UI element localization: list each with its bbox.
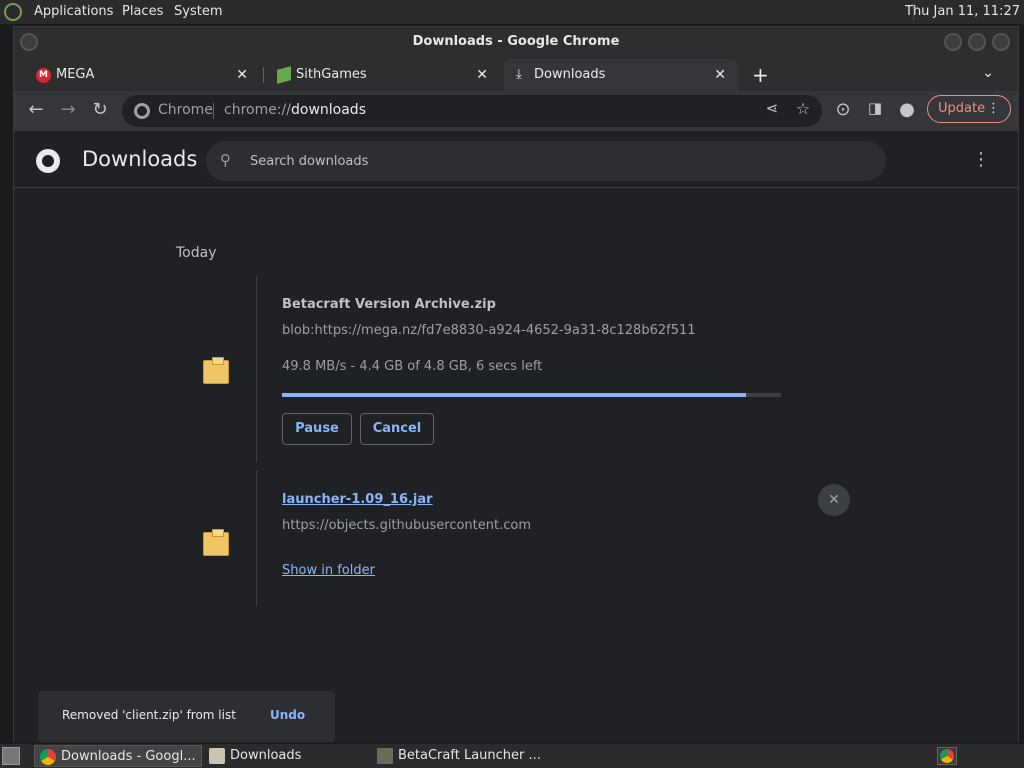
tab-mega[interactable]: M MEGA ✕ <box>26 59 260 91</box>
chrome-window: Downloads - Google Chrome M MEGA ✕ SithG… <box>13 26 1019 743</box>
downloads-toolbar-icon[interactable]: ⊙ <box>831 99 855 120</box>
search-icon: ⚲ <box>220 151 231 169</box>
download-progress-bar <box>282 393 781 397</box>
back-arrow-icon[interactable]: ← <box>24 99 48 120</box>
close-window-button[interactable] <box>992 33 1010 51</box>
cancel-button[interactable]: Cancel <box>360 413 434 445</box>
omnibox-divider <box>213 103 214 119</box>
file-icon-column <box>190 470 257 606</box>
undo-toast: Removed 'client.zip' from list Undo <box>38 691 335 742</box>
reload-icon[interactable]: ↻ <box>88 99 112 120</box>
file-source-url: https://objects.githubusercontent.com <box>282 518 531 533</box>
chrome-icon <box>40 749 56 765</box>
omnibox-chip: Chrome <box>158 102 213 118</box>
tab-divider <box>263 67 264 83</box>
taskbar-item-label: Downloads <box>230 748 302 763</box>
url-scheme: chrome:// <box>224 102 291 118</box>
bookmark-star-icon[interactable]: ☆ <box>791 99 815 118</box>
file-name: Betacraft Version Archive.zip <box>282 297 496 312</box>
more-menu-icon[interactable]: ⋮ <box>987 96 1000 122</box>
bottom-taskbar: Downloads - Googl... Downloads BetaCraft… <box>0 744 1024 768</box>
taskbar-item-chrome[interactable]: Downloads - Googl... <box>34 745 202 767</box>
jar-file-icon <box>203 529 229 556</box>
download-item: launcher-1.09_16.jar https://objects.git… <box>190 470 860 606</box>
browser-toolbar: ← → ↻ Chrome chrome://downloads ⋖ ☆ ⊙ ◨ … <box>14 91 1018 131</box>
taskbar-item-label: Downloads - Googl... <box>61 749 196 764</box>
tab-sithgames[interactable]: SithGames ✕ <box>266 59 500 91</box>
sithgames-icon <box>277 66 291 84</box>
file-source-url: blob:https://mega.nz/fd7e8830-a924-4652-… <box>282 323 696 338</box>
window-title: Downloads - Google Chrome <box>412 34 620 49</box>
undo-button[interactable]: Undo <box>270 708 305 722</box>
mega-icon: M <box>36 68 51 83</box>
close-tab-icon[interactable]: ✕ <box>236 59 248 91</box>
betacraft-icon <box>377 748 393 764</box>
tab-strip: M MEGA ✕ SithGames ✕ ⤓ Downloads ✕ <box>14 57 1018 91</box>
taskbar-item-label: BetaCraft Launcher ... <box>398 748 541 763</box>
show-in-folder-link[interactable]: Show in folder <box>282 563 375 578</box>
chrome-logo-icon <box>36 149 60 173</box>
close-tab-icon[interactable]: ✕ <box>476 59 488 91</box>
top-system-panel: Applications Places System Thu Jan 11, 1… <box>0 0 1024 24</box>
menu-applications[interactable]: Applications <box>34 4 113 19</box>
tab-title: SithGames <box>296 67 367 82</box>
file-icon-column <box>190 276 257 462</box>
tab-search-chevron-icon[interactable]: ⌄ <box>982 65 994 81</box>
download-status: 49.8 MB/s - 4.4 GB of 4.8 GB, 6 secs lef… <box>282 359 543 374</box>
progress-fill <box>282 393 747 397</box>
tab-title: Downloads <box>534 67 606 82</box>
search-downloads-box[interactable]: ⚲ <box>206 141 886 181</box>
menu-places[interactable]: Places <box>122 4 163 19</box>
remove-from-list-icon[interactable]: ✕ <box>818 484 850 516</box>
pause-button[interactable]: Pause <box>282 413 352 445</box>
download-icon: ⤓ <box>516 67 522 82</box>
new-tab-button[interactable]: + <box>752 63 769 87</box>
forward-arrow-icon[interactable]: → <box>56 99 80 120</box>
window-titlebar[interactable]: Downloads - Google Chrome <box>14 27 1018 57</box>
download-item: Betacraft Version Archive.zip blob:https… <box>190 276 860 462</box>
window-menu-button[interactable] <box>20 33 38 51</box>
profile-icon[interactable]: ● <box>895 99 919 120</box>
side-panel-icon[interactable]: ◨ <box>863 99 887 117</box>
tab-downloads[interactable]: ⤓ Downloads ✕ <box>504 59 738 91</box>
file-name-link[interactable]: launcher-1.09_16.jar <box>282 492 433 507</box>
taskbar-item-downloads-folder[interactable]: Downloads <box>204 745 368 767</box>
address-bar[interactable]: Chrome chrome://downloads <box>122 95 822 127</box>
page-title: Downloads <box>82 147 198 171</box>
url-host: downloads <box>291 102 366 118</box>
downloads-page: Downloads ⚲ ⋮ Today Betacraft Version Ar… <box>14 131 1018 743</box>
page-menu-icon[interactable]: ⋮ <box>972 149 990 170</box>
clock[interactable]: Thu Jan 11, 11:27 <box>905 4 1020 19</box>
show-desktop-icon[interactable] <box>2 747 20 765</box>
url-text[interactable]: chrome://downloads <box>224 102 366 118</box>
distro-logo-icon[interactable] <box>4 3 22 21</box>
update-button[interactable]: Update ⋮ <box>927 95 1011 123</box>
maximize-button[interactable] <box>968 33 986 51</box>
taskbar-item-betacraft[interactable]: BetaCraft Launcher ... <box>372 745 542 767</box>
zip-file-icon <box>203 357 229 384</box>
search-input[interactable] <box>250 149 850 173</box>
menu-system[interactable]: System <box>174 4 222 19</box>
share-icon[interactable]: ⋖ <box>760 99 784 117</box>
close-tab-icon[interactable]: ✕ <box>714 59 726 91</box>
chrome-site-icon <box>134 103 150 119</box>
folder-icon <box>209 748 225 764</box>
downloads-header: Downloads ⚲ ⋮ <box>14 131 1018 188</box>
date-section-heading: Today <box>176 245 217 261</box>
tray-chrome-icon[interactable] <box>937 747 957 765</box>
tab-title: MEGA <box>56 67 95 82</box>
minimize-button[interactable] <box>944 33 962 51</box>
update-label: Update <box>938 101 986 116</box>
toast-message: Removed 'client.zip' from list <box>62 708 236 722</box>
